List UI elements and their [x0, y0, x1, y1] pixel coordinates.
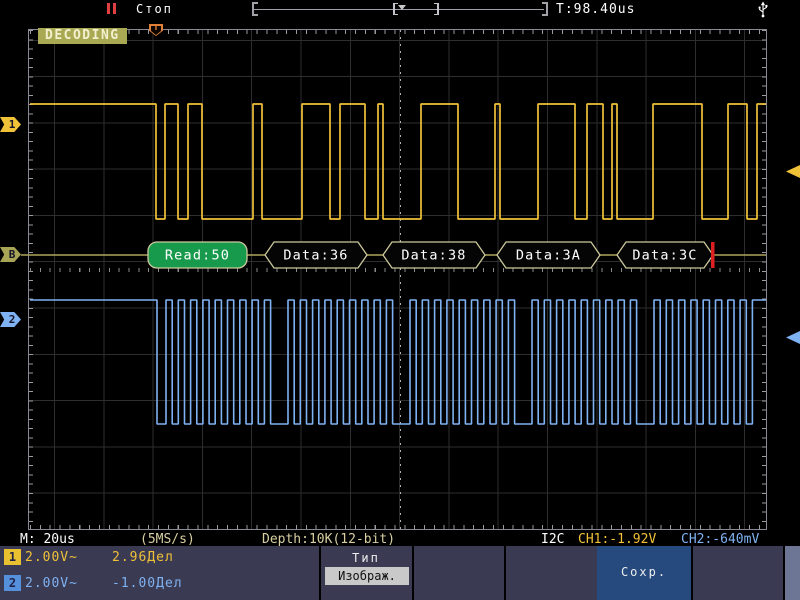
ch1-badge[interactable]: 1 [4, 549, 21, 565]
ch2-position-readout: -1.00Дел [112, 576, 183, 591]
save-button[interactable]: Сохр. [597, 565, 691, 579]
menu-divider [504, 546, 506, 600]
memory-depth-readout: Depth:10K(12-bit) [262, 532, 395, 547]
decode-bubble-label: Data:3C [632, 248, 697, 264]
ch1-trigger-level-readout: CH1:-1.92V [578, 532, 656, 547]
decode-bubble-label: Data:38 [401, 248, 466, 264]
oscilloscope-screen: Стоп T:98.40us T DECODING Read:50Data:36… [0, 0, 800, 600]
ch2-trace [30, 300, 766, 424]
waveform-canvas: Read:50 Data:36 Data:38 Data:3A Data:3C [0, 0, 800, 600]
decode-bubble-label: Read:50 [165, 248, 230, 264]
type-menu-label: Тип [320, 551, 412, 565]
decode-end-mark [711, 242, 715, 268]
ch1-position-readout: 2.96Дел [112, 550, 174, 565]
menu-divider [691, 546, 693, 600]
timebase-readout: M: 20us [20, 532, 75, 547]
ch2-trigger-level-readout: CH2:-640mV [681, 532, 759, 547]
menu-divider [412, 546, 414, 600]
decode-bubble-label: Data:36 [283, 248, 348, 264]
bus-type-readout: I2C [541, 532, 564, 547]
ch2-badge[interactable]: 2 [4, 575, 21, 591]
decode-bubble-label: Data:3A [516, 248, 581, 264]
type-option-button[interactable]: Изображ. [325, 567, 409, 585]
ch2-scale-readout: 2.00V~ [25, 576, 78, 591]
ch1-scale-readout: 2.00V~ [25, 550, 78, 565]
menu-side-strip [785, 546, 800, 600]
sample-rate-readout: (5MS/s) [140, 532, 195, 547]
ch1-trace [30, 104, 766, 219]
